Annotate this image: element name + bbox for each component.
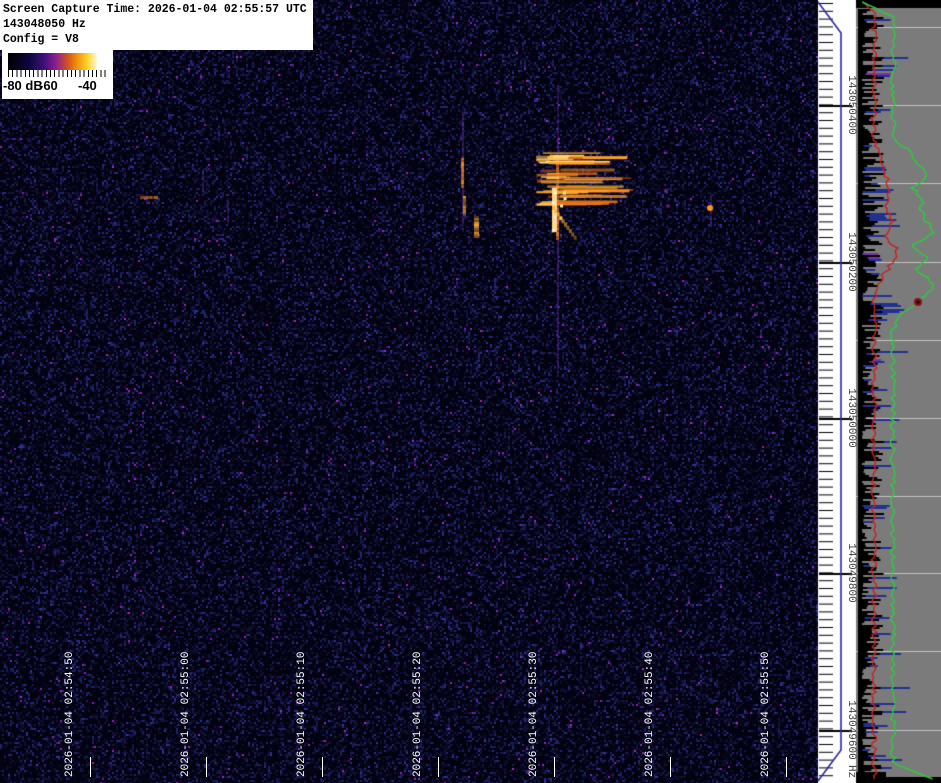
spectrogram-region <box>0 0 818 783</box>
time-label: 2026-01-04 02:55:20 <box>412 651 424 777</box>
legend-label-60db: -60 <box>39 78 58 93</box>
time-tick <box>206 757 207 777</box>
time-label: 2026-01-04 02:55:30 <box>528 651 540 777</box>
freq-label: 143050400 <box>845 75 857 135</box>
time-label: 2026-01-04 02:55:40 <box>644 651 656 777</box>
time-tick <box>322 757 323 777</box>
time-label: 2026-01-04 02:55:50 <box>760 651 772 777</box>
color-gradient-bar <box>8 53 105 70</box>
freq-label: 143049600 <box>845 700 857 760</box>
capture-info-box: Screen Capture Time: 2026-01-04 02:55:57… <box>0 0 313 50</box>
center-frequency-text: 143048050 Hz <box>3 18 86 31</box>
spectrum-lab-screen-capture: Screen Capture Time: 2026-01-04 02:55:57… <box>0 0 941 783</box>
time-tick <box>786 757 787 777</box>
freq-label: 143050000 <box>845 388 857 448</box>
time-tick <box>438 757 439 777</box>
time-tick <box>554 757 555 777</box>
time-label: 2026-01-04 02:54:50 <box>64 651 76 777</box>
time-label: 2026-01-04 02:55:00 <box>180 651 192 777</box>
time-label: 2026-01-04 02:55:10 <box>296 651 308 777</box>
capture-time-text: Screen Capture Time: 2026-01-04 02:55:57… <box>3 3 307 16</box>
freq-label: 143049800 <box>845 543 857 603</box>
freq-unit-label: Hz <box>845 765 857 779</box>
time-tick <box>90 757 91 777</box>
legend-label-80db: -80 dB <box>3 78 43 93</box>
freq-label: 143050200 <box>845 232 857 292</box>
spectrum-panel <box>856 0 941 783</box>
time-tick <box>670 757 671 777</box>
color-scale-legend: -80 dB -60 -40 <box>2 50 113 99</box>
config-text: Config = V8 <box>3 33 79 46</box>
legend-label-40db: -40 <box>78 78 97 93</box>
